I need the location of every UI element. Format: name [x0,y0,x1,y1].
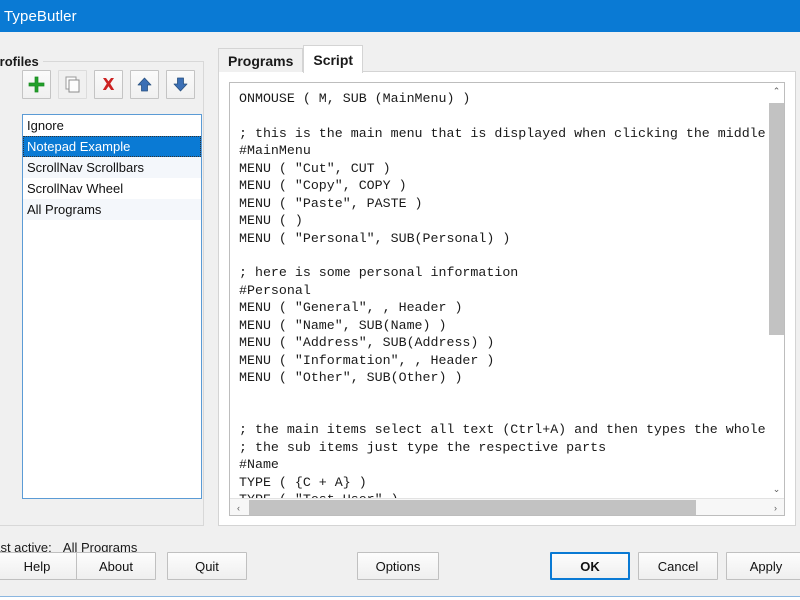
dialog-button-bar: Help About Quit Options OK Cancel Apply [0,542,800,600]
ok-button[interactable]: OK [550,552,630,580]
editor-horizontal-scrollbar[interactable]: ‹ › [230,498,784,515]
script-line: ; the sub items just type the respective… [239,439,607,455]
script-line: ONMOUSE ( M, SUB (MainMenu) ) [239,91,471,106]
copy-icon [63,75,82,94]
list-item[interactable]: All Programs [23,199,201,220]
about-button[interactable]: About [76,552,156,580]
vertical-scroll-thumb[interactable] [769,103,784,335]
plus-icon [27,75,46,94]
script-line: TYPE ( {C + A} ) [239,474,367,490]
tab-strip: Programs Script [218,45,364,73]
script-line [239,386,767,403]
horizontal-scroll-thumb[interactable] [249,500,696,515]
profiles-list[interactable]: Ignore Notepad Example ScrollNav Scrollb… [22,114,202,499]
client-area: Profiles [0,32,800,600]
list-item[interactable]: Notepad Example [23,136,201,157]
move-down-button[interactable] [166,70,195,99]
tab-control: Programs Script ONMOUSE ( M, SUB (MainMe… [218,45,796,526]
typebutler-window: TypeButler Profiles [0,0,800,600]
script-line: MENU ( "Copy", COPY ) [239,178,407,194]
editor-vertical-scrollbar[interactable]: ⌃ ⌄ [767,83,784,498]
script-line: #MainMenu [239,143,311,159]
title-bar: TypeButler [0,0,800,32]
scroll-left-icon[interactable]: ‹ [230,499,247,515]
vertical-scroll-track[interactable] [768,100,784,481]
script-line: MENU ( "Personal", SUB(Personal) ) [239,230,511,246]
script-line: MENU ( ) [239,213,303,229]
quit-button[interactable]: Quit [167,552,247,580]
scroll-up-icon[interactable]: ⌃ [768,83,784,100]
tab-script[interactable]: Script [303,45,364,73]
script-line: #Name [239,457,279,473]
tab-programs[interactable]: Programs [218,48,304,72]
script-line: MENU ( "Other", SUB(Other) ) [239,370,463,385]
delete-profile-button[interactable] [94,70,123,99]
options-button[interactable]: Options [357,552,439,580]
move-up-button[interactable] [130,70,159,99]
script-line: #Personal [239,282,311,298]
arrow-up-icon [135,75,154,94]
profiles-groupbox-label: Profiles [0,54,43,69]
script-line: MENU ( "Paste", PASTE ) [239,195,423,211]
script-line: ; here is some personal information [239,265,519,281]
list-item[interactable]: ScrollNav Scrollbars [23,157,201,178]
script-line [239,404,767,421]
duplicate-profile-button[interactable] [58,70,87,99]
script-text-area[interactable]: ONMOUSE ( M, SUB (MainMenu) ) ; this is … [230,83,767,498]
apply-button[interactable]: Apply [726,552,800,580]
script-line: ; this is the main menu that is displaye… [239,125,767,141]
scroll-down-icon[interactable]: ⌄ [768,481,784,498]
script-line: MENU ( "Name", SUB(Name) ) [239,317,447,333]
cancel-button[interactable]: Cancel [638,552,718,580]
script-line [239,247,767,264]
list-item[interactable]: Ignore [23,115,201,136]
script-line: ; the main items select all text (Ctrl+A… [239,422,767,438]
add-profile-button[interactable] [22,70,51,99]
status-bar-divider [0,596,800,600]
script-line [239,107,767,124]
help-button[interactable]: Help [0,552,77,580]
tab-panel-script: ONMOUSE ( M, SUB (MainMenu) ) ; this is … [218,71,796,526]
scroll-right-icon[interactable]: › [767,499,784,515]
script-line: TYPE ( "Test User" ) [239,491,767,498]
delete-x-icon [99,75,118,94]
script-line: MENU ( "General", , Header ) [239,300,463,316]
arrow-down-icon [171,75,190,94]
script-editor[interactable]: ONMOUSE ( M, SUB (MainMenu) ) ; this is … [229,82,785,516]
script-line: MENU ( "Address", SUB(Address) ) [239,335,495,351]
window-title: TypeButler [4,7,77,25]
profiles-toolbar [22,70,195,99]
list-item[interactable]: ScrollNav Wheel [23,178,201,199]
script-line: MENU ( "Cut", CUT ) [239,160,391,176]
script-line: MENU ( "Information", , Header ) [239,352,495,368]
